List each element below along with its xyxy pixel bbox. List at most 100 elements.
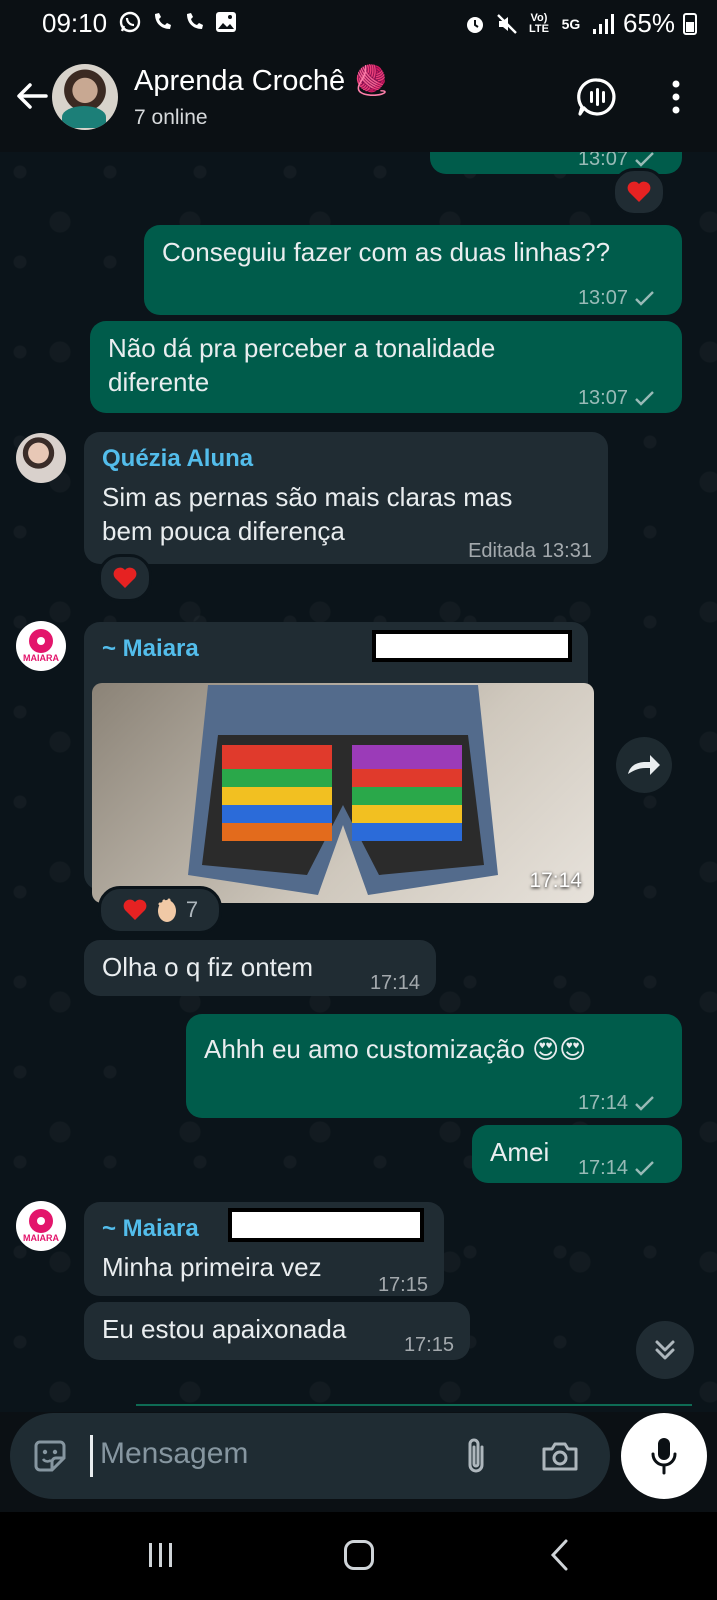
heart-icon [123,899,147,920]
group-avatar[interactable] [52,64,118,130]
sender-avatar-quezia[interactable] [16,433,66,483]
message-text-line-1: Sim as pernas são mais claras mas [102,482,513,512]
message-time: 13:31 [541,540,592,562]
message-list[interactable]: 13:07 Conseguiu fazer com as duas linhas… [0,152,717,1412]
message-meta: 17:14 [370,966,420,1000]
online-count: 7 online [134,106,208,129]
message-incoming[interactable]: ~ Maiara Minha primeira vez 17:15 [84,1202,444,1296]
divider-line [136,1404,692,1406]
message-meta: 17:14 [578,1086,656,1120]
recent-apps-button[interactable] [146,1540,176,1570]
sent-check-icon [635,1161,654,1176]
heart-icon [627,181,651,202]
message-meta: 17:15 [378,1268,428,1302]
photo-content-shorts [188,685,498,895]
message-outgoing[interactable]: Amei 17:14 [472,1125,682,1183]
flower-logo-icon [29,1209,53,1233]
message-text-line-1: Não dá pra perceber a tonalidade [108,333,496,363]
edited-label: Editada [468,540,536,562]
redacted-phone-number [228,1208,424,1242]
sender-name[interactable]: ~ Maiara [102,1212,199,1246]
more-vertical-icon [672,80,680,114]
battery-percent: 65% [622,8,675,38]
reaction-count: 7 [185,897,199,922]
message-text: Ahhh eu amo customização 😍😍 [204,1034,587,1064]
clapping-hands-icon [157,898,176,922]
message-outgoing[interactable]: Ahhh eu amo customização 😍😍 17:14 [186,1014,682,1118]
message-time: 17:15 [403,1334,454,1356]
message-meta: 13:07 [578,381,656,415]
status-time: 09:10 [42,8,108,38]
message-text: Eu estou apaixonada [102,1314,347,1344]
message-input[interactable]: Mensagem [10,1413,610,1499]
message-photo[interactable]: 17:14 [92,683,594,903]
status-notification-icons [118,10,238,34]
message-incoming[interactable]: Olha o q fiz ontem 17:14 [84,940,436,996]
message-time: 13:07 [577,287,628,309]
message-incoming[interactable]: Quézia Aluna Sim as pernas são mais clar… [84,432,608,564]
camera-icon[interactable] [540,1437,580,1475]
sent-check-icon [635,152,654,167]
sent-check-icon [635,1096,654,1111]
missed-call-icon-2 [182,10,206,34]
back-button[interactable] [12,76,52,116]
system-back-button[interactable] [548,1538,572,1572]
message-time: 17:15 [377,1274,428,1296]
message-incoming[interactable]: Eu estou apaixonada 17:15 [84,1302,470,1360]
voice-record-button[interactable] [621,1413,707,1499]
message-meta: 13:07 [578,281,656,315]
message-reaction-group[interactable]: 7 [98,886,222,934]
alarm-icon [463,12,487,36]
home-button[interactable] [344,1540,374,1570]
flower-logo-icon [29,629,53,653]
redacted-phone-number [372,630,572,662]
message-time: 17:14 [577,1092,628,1114]
chat-header: Aprenda Crochê 🧶 7 online [0,46,717,152]
battery-icon [683,12,697,35]
message-outgoing[interactable]: Conseguiu fazer com as duas linhas?? 13:… [144,225,682,315]
message-input-bar: Mensagem [0,1412,717,1512]
message-time: 17:14 [369,972,420,994]
chat-title[interactable]: Aprenda Crochê 🧶 [134,64,389,98]
message-text: Minha primeira vez [102,1252,322,1282]
status-bar: 09:10 Vo) LTE 5G 65% [0,0,717,46]
heart-icon [113,567,137,588]
network-type-icon: 5G [561,15,581,32]
forward-icon [628,755,660,775]
message-time: 17:14 [577,1157,628,1179]
voice-chat-icon [577,78,616,116]
message-text-line-2: bem pouca diferença [102,516,345,546]
sender-name[interactable]: Quézia Aluna [102,442,253,476]
message-text-line-2: diferente [108,367,210,397]
sent-check-icon [635,291,654,306]
chat-title-text: Aprenda Crochê [134,65,346,97]
whatsapp-notification-icon [118,10,142,34]
paperclip-icon[interactable] [462,1435,492,1477]
message-meta: 17:14 [578,1151,656,1185]
sender-name[interactable]: ~ Maiara [102,632,199,666]
message-time: 13:07 [577,387,628,409]
sender-avatar-maiara[interactable]: MAIARA [16,621,66,671]
avatar-logo-text: MAIARA [23,653,59,663]
gallery-icon [214,10,238,34]
text-cursor [90,1435,93,1477]
photo-time: 17:14 [529,869,582,892]
missed-call-icon [150,10,174,34]
mute-icon [495,12,519,36]
forward-button[interactable] [616,737,672,793]
sender-avatar-maiara[interactable]: MAIARA [16,1201,66,1251]
message-reaction[interactable] [98,554,152,602]
message-text: Olha o q fiz ontem [102,952,313,982]
message-outgoing[interactable]: Não dá pra perceber a tonalidade diferen… [90,321,682,413]
yarn-emoji: 🧶 [353,65,390,97]
avatar-logo-text: MAIARA [23,1233,59,1243]
sticker-icon[interactable] [30,1436,70,1476]
input-placeholder: Mensagem [100,1437,249,1470]
volte-icon: Vo) LTE [528,11,549,35]
message-reaction[interactable] [612,168,666,216]
more-options-button[interactable] [664,76,688,118]
voice-chat-button[interactable] [576,76,618,118]
arrow-left-icon [17,83,48,109]
scroll-to-bottom-button[interactable] [636,1321,694,1379]
microphone-icon [651,1438,677,1475]
